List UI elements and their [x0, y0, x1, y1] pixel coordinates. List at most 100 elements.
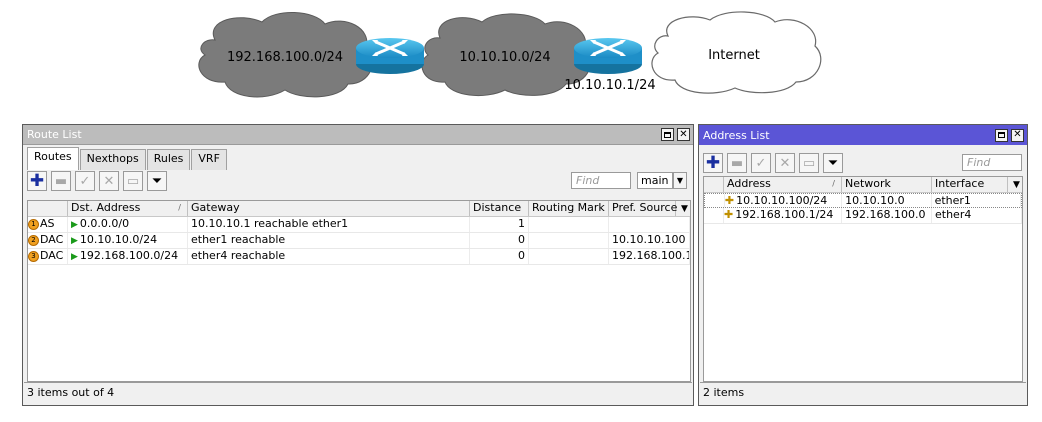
address-status-bar: 2 items: [700, 382, 1026, 404]
lan-cloud: 192.168.100.0/24: [198, 11, 373, 98]
address-plus-icon: ✚: [724, 208, 734, 221]
flags-text: DAC: [40, 249, 64, 262]
comment-button[interactable]: ▭: [123, 171, 143, 191]
dst-address-cell: ▶ 192.168.100.0/24: [68, 249, 188, 264]
col-flags[interactable]: [704, 177, 724, 192]
col-interface[interactable]: Interface: [932, 177, 1008, 192]
columns-dropdown-icon[interactable]: ▼: [1008, 177, 1022, 192]
enable-button[interactable]: ✓: [75, 171, 95, 191]
flags-text: DAC: [40, 233, 64, 246]
address-list-titlebar[interactable]: Address List ✕: [699, 125, 1027, 145]
gateway-cell: 10.10.10.1 reachable ether1: [188, 217, 470, 232]
flag-icon: ▶: [71, 220, 78, 230]
route-tabs: Routes Nexthops Rules VRF: [23, 145, 693, 170]
table-row[interactable]: 2 DAC ▶ 10.10.10.0/24 ether1 reachable 0 1…: [28, 233, 690, 249]
col-network[interactable]: Network: [842, 177, 932, 192]
row-number-badge: 3: [28, 250, 39, 262]
table-row[interactable]: 1 AS ▶ 0.0.0.0/0 10.10.10.1 reachable ethe…: [28, 217, 690, 233]
col-address-label: Address: [727, 177, 771, 190]
find-input[interactable]: Find: [962, 154, 1022, 171]
col-distance[interactable]: Distance: [470, 201, 529, 216]
route-table: Dst. Address / Gateway Distance Routing M…: [27, 200, 691, 382]
transit-cloud-label: 10.10.10.0/24: [459, 50, 550, 65]
table-row[interactable]: ✚ 10.10.10.100/24 10.10.10.0 ether1: [704, 193, 1022, 208]
address-text: 10.10.10.100/24: [736, 194, 828, 207]
find-input[interactable]: Find: [571, 172, 631, 189]
col-gateway[interactable]: Gateway: [188, 201, 470, 216]
network-diagram: 192.168.100.0/24 10.10.10.0/24 Internet …: [198, 11, 822, 98]
remove-button[interactable]: ▬: [51, 171, 71, 191]
table-row[interactable]: ✚ 192.168.100.1/24 192.168.100.0 ether4: [704, 208, 1022, 224]
route-status-bar: 3 items out of 4: [24, 382, 692, 404]
address-table: Address / Network Interface ▼ ✚ 10.10.10.1…: [703, 176, 1023, 382]
internet-cloud-label: Internet: [708, 48, 760, 63]
interface-cell: ether4: [932, 208, 1022, 223]
lan-cloud-label: 192.168.100.0/24: [227, 50, 343, 65]
routing-mark-cell: [529, 249, 609, 264]
table-row[interactable]: 3 DAC ▶ 192.168.100.0/24 ether4 reachable …: [28, 249, 690, 265]
col-address[interactable]: Address /: [724, 177, 842, 192]
chevron-down-icon[interactable]: ▼: [673, 172, 687, 189]
sort-icon: /: [832, 179, 835, 188]
route-list-titlebar[interactable]: Route List ✕: [23, 125, 693, 145]
col-dst-address-label: Dst. Address: [71, 201, 141, 214]
enable-button[interactable]: ✓: [751, 153, 771, 173]
network-cell: 192.168.100.0: [842, 208, 932, 223]
distance-cell: 0: [470, 249, 529, 264]
address-list-window: Address List ✕ ✚ ▬ ✓ ✕ ▭ ⏷ Find Address /…: [698, 124, 1028, 406]
col-dst-address[interactable]: Dst. Address /: [68, 201, 188, 216]
add-button[interactable]: ✚: [27, 171, 47, 191]
address-table-header: Address / Network Interface ▼: [704, 177, 1022, 193]
pref-source-cell: [609, 217, 690, 232]
comment-button[interactable]: ▭: [799, 153, 819, 173]
sort-icon: /: [178, 203, 181, 212]
col-flags[interactable]: [28, 201, 68, 216]
maximize-button[interactable]: [661, 128, 674, 141]
close-button[interactable]: ✕: [677, 128, 690, 141]
col-pref-source[interactable]: Pref. Source: [609, 201, 677, 216]
network-cell: 10.10.10.0: [842, 194, 932, 207]
address-toolbar: ✚ ▬ ✓ ✕ ▭ ⏷ Find: [699, 149, 1027, 177]
gateway-cell: ether4 reachable: [188, 249, 470, 264]
disable-button[interactable]: ✕: [775, 153, 795, 173]
disable-button[interactable]: ✕: [99, 171, 119, 191]
filter-icon[interactable]: ⏷: [823, 153, 843, 173]
flags-cell: [704, 208, 724, 223]
internet-cloud: Internet: [651, 11, 822, 94]
route-table-header: Dst. Address / Gateway Distance Routing M…: [28, 201, 690, 217]
window-title: Route List: [27, 128, 82, 141]
routing-table-select[interactable]: main: [637, 172, 673, 189]
route-flags: 3 DAC: [28, 249, 68, 264]
window-title: Address List: [703, 128, 770, 142]
col-routing-mark[interactable]: Routing Mark: [529, 201, 609, 216]
router-1-icon: [356, 38, 424, 74]
flag-icon: ▶: [71, 252, 78, 262]
route-toolbar: ✚ ▬ ✓ ✕ ▭ ⏷ Find main ▼: [23, 167, 693, 195]
row-number-badge: 1: [28, 218, 39, 230]
route-flags: 2 DAC: [28, 233, 68, 248]
dst-address-text: 192.168.100.0/24: [79, 249, 179, 262]
interface-cell: ether1: [932, 194, 1021, 207]
close-button[interactable]: ✕: [1011, 128, 1024, 142]
address-text: 192.168.100.1/24: [735, 208, 834, 221]
dst-address-cell: ▶ 0.0.0.0/0: [68, 217, 188, 232]
maximize-button[interactable]: [995, 128, 1008, 142]
address-cell: ✚ 10.10.10.100/24: [725, 194, 843, 207]
gateway-ip-label: 10.10.10.1/24: [564, 78, 655, 93]
flags-cell: [705, 194, 725, 207]
dst-address-cell: ▶ 10.10.10.0/24: [68, 233, 188, 248]
address-cell: ✚ 192.168.100.1/24: [724, 208, 842, 223]
filter-icon[interactable]: ⏷: [147, 171, 167, 191]
distance-cell: 0: [470, 233, 529, 248]
add-button[interactable]: ✚: [703, 153, 723, 173]
dst-address-text: 0.0.0.0/0: [79, 217, 130, 230]
pref-source-cell: 10.10.10.100: [609, 233, 690, 248]
columns-dropdown-icon[interactable]: ▼: [676, 201, 690, 216]
pref-source-cell: 192.168.100.1: [609, 249, 690, 264]
route-list-window: Route List ✕ Routes Nexthops Rules VRF ✚…: [22, 124, 694, 406]
routing-mark-cell: [529, 217, 609, 232]
routing-mark-cell: [529, 233, 609, 248]
router-2-icon: [574, 38, 642, 74]
remove-button[interactable]: ▬: [727, 153, 747, 173]
distance-cell: 1: [470, 217, 529, 232]
